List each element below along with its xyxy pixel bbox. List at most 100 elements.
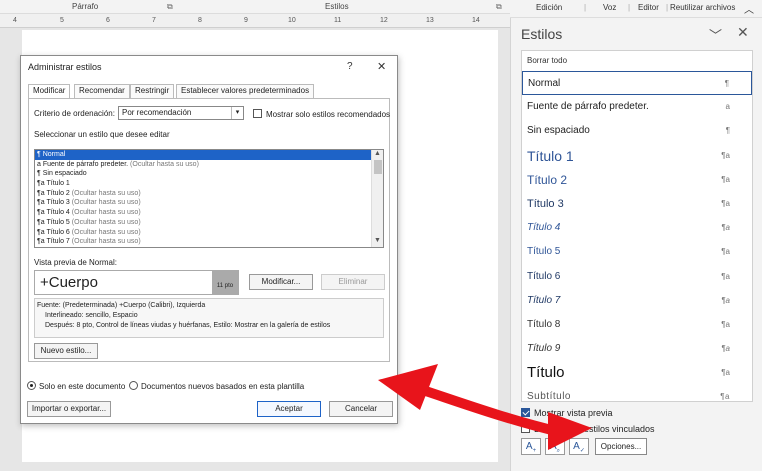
listbox-scrollbar[interactable]: ▲ ▼ (371, 150, 383, 247)
tab-modify[interactable]: Modificar (28, 84, 71, 99)
style-item-subtitle[interactable]: Subtítulo ¶a (522, 385, 752, 401)
list-item[interactable]: ¶ Sin espaciado (35, 169, 383, 179)
description-line: Interlineado: sencillo, Espacio (45, 312, 138, 319)
list-item-name: Normal (42, 151, 66, 158)
scroll-thumb[interactable] (374, 160, 382, 174)
ribbon-right-groups: Edición | Voz | Editor | Reutilizar arch… (510, 0, 762, 18)
style-item-heading-1[interactable]: Título 1 ¶a (522, 144, 752, 168)
style-item-heading-7[interactable]: Título 7 ¶a (522, 289, 752, 313)
radio-new-documents[interactable]: Documentos nuevos basados en esta planti… (129, 381, 304, 391)
ruler-tick: 14 (472, 17, 480, 24)
tab-recommend[interactable]: Recomendar (74, 84, 130, 98)
ruler-tick: 7 (152, 17, 156, 24)
import-export-button[interactable]: Importar o exportar... (27, 401, 111, 417)
style-item-label: Título 5 (527, 246, 561, 258)
style-item-heading-9[interactable]: Título 9 ¶a (522, 337, 752, 361)
show-recommended-label: Mostrar solo estilos recomendados (266, 110, 391, 119)
list-item-name: Título 5 (46, 218, 70, 226)
list-item[interactable]: ¶a Título 4 (Ocultar hasta su uso) (35, 208, 383, 218)
style-item-default-font[interactable]: Fuente de párrafo predeter. a (522, 95, 752, 119)
group-label-styles: Estilos (325, 2, 349, 11)
group-label-voice[interactable]: Voz (603, 3, 616, 12)
paragraph-mark-icon: ¶ (725, 126, 730, 136)
linked-style-icon: ¶a (721, 223, 730, 233)
options-button[interactable]: Opciones... (595, 438, 647, 455)
ruler-tick: 9 (244, 17, 248, 24)
style-item-heading-2[interactable]: Título 2 ¶a (522, 168, 752, 192)
style-item-heading-6[interactable]: Título 6 ¶a (522, 265, 752, 289)
radio-label: Documentos nuevos basados en esta planti… (141, 382, 305, 391)
list-item[interactable]: ¶a Título 3 (Ocultar hasta su uso) (35, 198, 383, 208)
style-item-label: Título 4 (527, 222, 561, 234)
tab-restrict[interactable]: Restringir (130, 84, 175, 98)
ruler-tick: 10 (288, 17, 296, 24)
list-item-name: Título 1 (46, 180, 70, 188)
style-item-label: Título 1 (527, 147, 574, 164)
list-item[interactable]: ¶a Título 7 (Ocultar hasta su uso) (35, 237, 383, 247)
horizontal-ruler: 4 5 6 7 8 9 10 11 12 13 14 (0, 14, 510, 28)
paragraph-launcher-icon[interactable]: ⧉ (167, 2, 173, 12)
list-item-name: Título 2 (46, 189, 70, 197)
chevron-down-icon: ▾ (231, 107, 243, 119)
delete-button[interactable]: Eliminar (321, 274, 385, 290)
style-item-normal[interactable]: Normal ¶ (522, 71, 752, 96)
group-label-reuse-files[interactable]: Reutilizar archivos (670, 3, 735, 12)
list-item[interactable]: ¶a Título 1 (35, 179, 383, 189)
sort-label: Criterio de ordenación: (34, 109, 115, 118)
scroll-up-icon[interactable]: ▲ (372, 150, 383, 160)
list-item[interactable]: ¶ Normal (35, 150, 383, 160)
style-listbox[interactable]: ¶ Normal a Fuente de párrafo predeter. (… (34, 149, 384, 248)
chevron-up-icon[interactable]: ︿ (744, 1, 754, 16)
list-item[interactable]: ¶a Título 5 (Ocultar hasta su uso) (35, 218, 383, 228)
styles-launcher-icon[interactable]: ⧉ (496, 2, 502, 12)
style-item-label: Normal (528, 78, 561, 89)
scroll-down-icon[interactable]: ▼ (372, 237, 383, 247)
style-item-heading-8[interactable]: Título 8 ¶a (522, 313, 752, 337)
style-item-no-spacing[interactable]: Sin espaciado ¶ (522, 119, 752, 143)
group-label-editor[interactable]: Editor (638, 3, 659, 12)
disable-linked-checkbox[interactable]: Deshabilitar estilos vinculados (521, 424, 655, 434)
show-recommended-checkbox[interactable]: Mostrar solo estilos recomendados (253, 109, 390, 119)
disable-linked-label: Deshabilitar estilos vinculados (534, 424, 655, 434)
preview-size: 11 pto (212, 271, 238, 294)
style-type-icon: ¶a (37, 218, 45, 226)
group-label-editing[interactable]: Edición (536, 3, 562, 12)
close-icon[interactable]: ✕ (737, 24, 749, 41)
new-style-icon[interactable]: A+ (521, 438, 541, 455)
style-item-heading-4[interactable]: Título 4 ¶a (522, 216, 752, 240)
radio-label: Solo en este documento (39, 382, 126, 391)
sort-value: Por recomendación (122, 108, 192, 117)
chevron-down-icon[interactable]: ﹀ (709, 25, 722, 44)
list-item[interactable]: ¶a Título 2 (Ocultar hasta su uso) (35, 189, 383, 199)
help-icon[interactable]: ? (347, 61, 353, 72)
linked-style-icon: ¶a (721, 247, 730, 257)
separator: | (628, 3, 631, 12)
accept-button[interactable]: Aceptar (257, 401, 321, 417)
radio-this-document[interactable]: Solo en este documento (27, 381, 125, 391)
tab-set-defaults[interactable]: Establecer valores predeterminados (176, 84, 315, 98)
separator: | (584, 3, 587, 12)
show-preview-checkbox[interactable]: Mostrar vista previa (521, 408, 613, 418)
styles-pane: Estilos ﹀ ✕ Borrar todo Normal ¶ Fuente d… (510, 18, 762, 471)
style-preview: +Cuerpo 11 pto (34, 270, 239, 295)
paragraph-mark-icon: ¶ (724, 79, 729, 88)
style-type-icon: ¶a (37, 189, 45, 197)
modify-button[interactable]: Modificar... (249, 274, 313, 290)
list-item[interactable]: a Fuente de párrafo predeter. (Ocultar h… (35, 160, 383, 170)
style-item-label: Título 8 (527, 318, 561, 330)
style-item-heading-5[interactable]: Título 5 ¶a (522, 240, 752, 264)
sort-select[interactable]: Por recomendación ▾ (118, 106, 244, 120)
close-icon[interactable]: ✕ (377, 60, 386, 73)
manage-styles-icon[interactable]: A✓ (569, 438, 589, 455)
style-inspector-icon[interactable]: A⌕ (545, 438, 565, 455)
new-style-button[interactable]: Nuevo estilo... (34, 343, 98, 359)
list-item-note: (Ocultar hasta su uso) (71, 218, 141, 226)
manage-styles-dialog: Administrar estilos ? ✕ Modificar Recome… (20, 55, 398, 424)
style-item-title[interactable]: Título ¶a (522, 361, 752, 385)
list-item[interactable]: ¶a Título 6 (Ocultar hasta su uso) (35, 228, 383, 238)
clear-all-item[interactable]: Borrar todo (522, 51, 752, 71)
list-item-name: Sin espaciado (42, 170, 87, 178)
style-item-label: Título 2 (527, 172, 568, 187)
cancel-button[interactable]: Cancelar (329, 401, 393, 417)
style-item-heading-3[interactable]: Título 3 ¶a (522, 192, 752, 216)
